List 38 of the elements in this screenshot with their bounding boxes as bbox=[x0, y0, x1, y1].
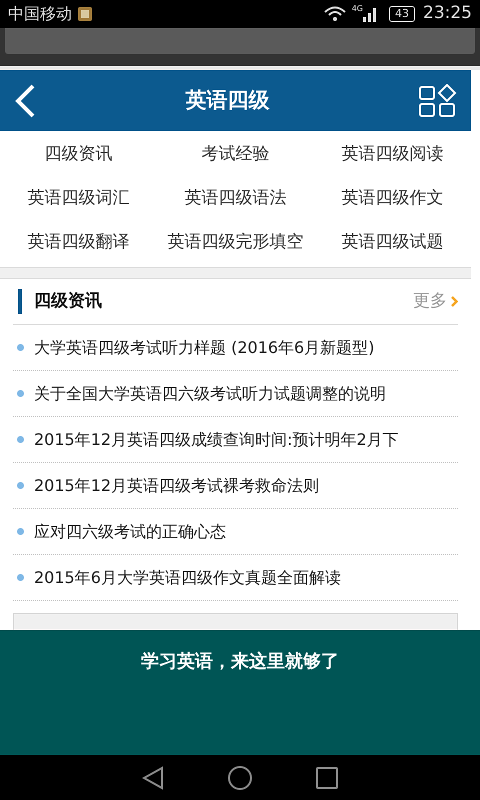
section-title: 四级资讯 bbox=[34, 290, 102, 313]
carrier-name: 中国移动 bbox=[8, 3, 72, 25]
article-link[interactable]: 2015年12月英语四级成绩查询时间:预计明年2月下 bbox=[34, 428, 399, 452]
clock: 23:25 bbox=[423, 2, 472, 26]
category-link[interactable]: 考试经验 bbox=[202, 142, 270, 168]
home-icon[interactable] bbox=[226, 764, 253, 790]
bullet-icon bbox=[17, 436, 24, 443]
category-link[interactable]: 英语四级试题 bbox=[342, 230, 444, 256]
wifi-icon bbox=[324, 6, 346, 22]
category-link[interactable]: 四级资讯 bbox=[44, 142, 112, 168]
article-link[interactable]: 应对四六级考试的正确心态 bbox=[34, 520, 226, 544]
chevron-icon bbox=[451, 296, 458, 307]
category-link[interactable]: 英语四级语法 bbox=[184, 186, 286, 212]
article-link[interactable]: 2015年12月英语四级考试裸考救命法则 bbox=[34, 474, 320, 498]
promo-text: 学习英语，来这里就够了 bbox=[141, 650, 339, 674]
recents-icon[interactable] bbox=[316, 766, 338, 788]
bullet-icon bbox=[17, 390, 24, 397]
article-link[interactable]: 关于全国大学英语四六级考试听力试题调整的说明 bbox=[34, 382, 386, 406]
category-link[interactable]: 英语四级完形填空 bbox=[168, 230, 304, 256]
back-nav-icon[interactable] bbox=[142, 766, 164, 790]
bullet-icon bbox=[17, 482, 24, 489]
bullet-icon bbox=[17, 574, 24, 581]
article-link[interactable]: 大学英语四级考试听力样题 (2016年6月新题型) bbox=[34, 336, 374, 360]
bullet-icon bbox=[17, 344, 24, 351]
accent-bar bbox=[18, 289, 22, 314]
category-link[interactable]: 英语四级阅读 bbox=[342, 142, 444, 168]
article-link[interactable]: 2015年6月大学英语四级作文真题全面解读 bbox=[34, 566, 341, 590]
category-link[interactable]: 英语四级翻译 bbox=[28, 230, 130, 256]
bullet-icon bbox=[17, 528, 24, 535]
back-icon[interactable] bbox=[14, 84, 36, 118]
network-label: 4G bbox=[352, 3, 363, 15]
category-link[interactable]: 英语四级作文 bbox=[342, 186, 444, 212]
category-link[interactable]: 英语四级词汇 bbox=[28, 186, 130, 212]
page-title: 英语四级 bbox=[184, 86, 270, 114]
signal-icon bbox=[363, 6, 377, 22]
gallery-icon bbox=[78, 7, 92, 21]
battery-level: 43 bbox=[389, 6, 415, 22]
grid-icon[interactable] bbox=[419, 84, 457, 118]
